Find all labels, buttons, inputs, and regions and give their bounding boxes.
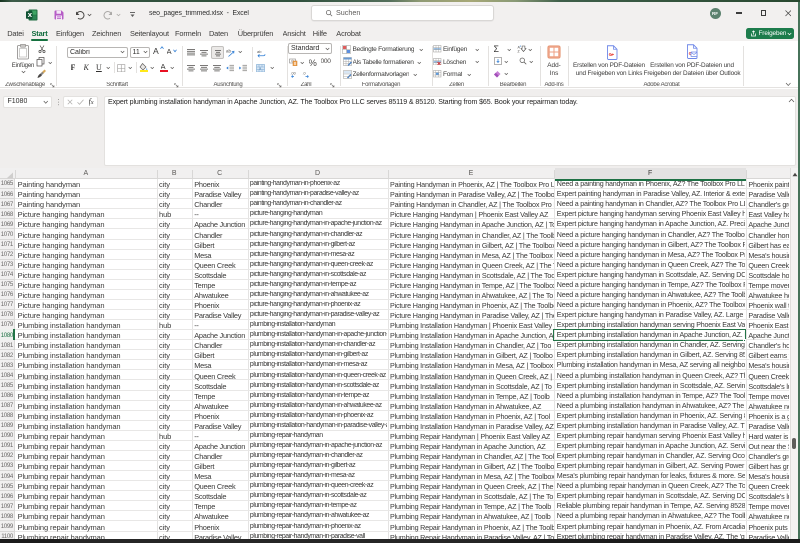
svg-text:Z: Z [517,50,520,54]
svg-text:.00: .00 [290,71,295,75]
svg-text:.0: .0 [302,71,305,75]
svg-text:ab: ab [257,49,262,54]
svg-text:a: a [259,66,261,70]
svg-text:ab: ab [226,48,232,53]
